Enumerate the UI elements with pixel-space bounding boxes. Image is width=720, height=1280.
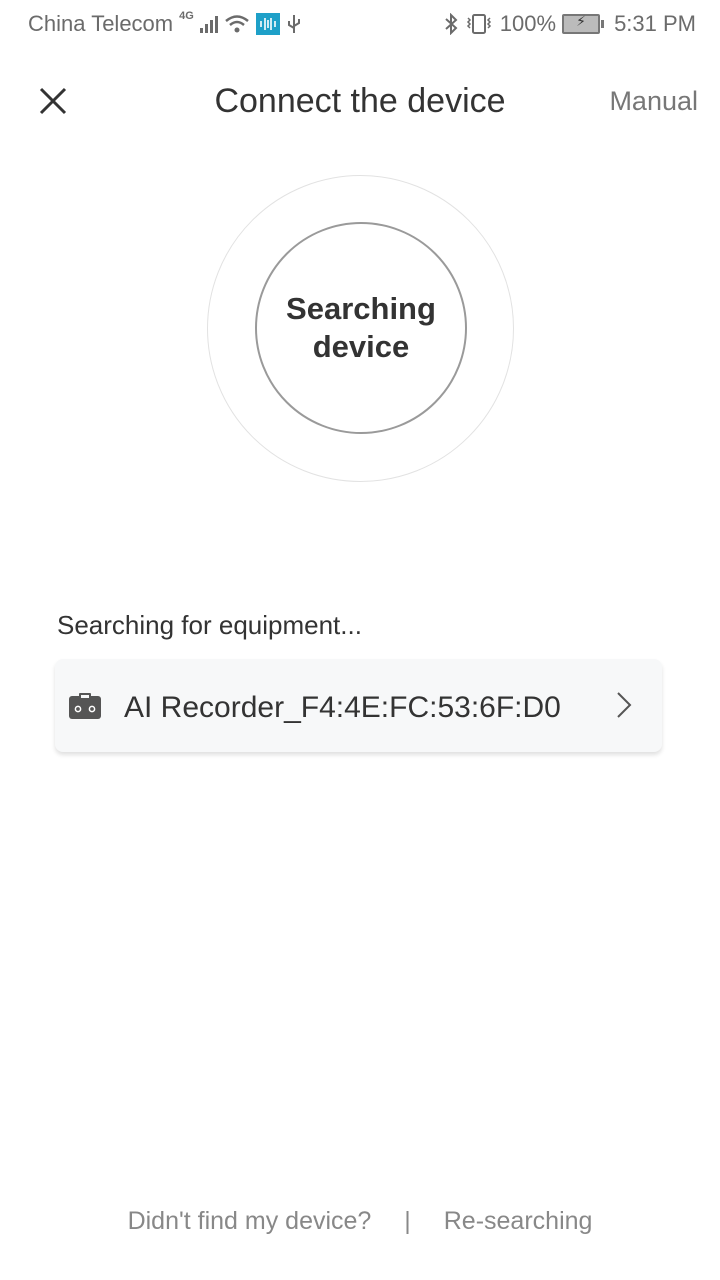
re-search-button[interactable]: Re-searching bbox=[444, 1207, 593, 1235]
signal-icon bbox=[199, 15, 218, 33]
network-type: 4G bbox=[179, 10, 194, 22]
usb-icon bbox=[287, 15, 300, 33]
clock: 5:31 PM bbox=[614, 11, 696, 36]
footer-separator: | bbox=[404, 1207, 411, 1235]
device-name: AI Recorder_F4:4E:FC:53:6F:D0 bbox=[124, 691, 561, 724]
hd-voice-icon bbox=[255, 13, 280, 35]
status-bar: China Telecom 4G 100% ⚡ 5:31 PM bbox=[0, 0, 720, 50]
searching-status: Searching device bbox=[286, 291, 436, 364]
manual-button[interactable]: Manual bbox=[609, 86, 698, 117]
battery-percent: 100% bbox=[499, 11, 557, 36]
radar-inner-ring: Searching device bbox=[255, 222, 467, 434]
vibrate-icon bbox=[466, 14, 491, 34]
battery-charging-icon: ⚡ bbox=[562, 13, 605, 34]
header: Connect the device Manual bbox=[0, 70, 720, 140]
results-label: Searching for equipment... bbox=[57, 610, 362, 640]
not-found-link[interactable]: Didn't find my device? bbox=[128, 1207, 372, 1235]
carrier-name: China Telecom bbox=[28, 11, 174, 36]
chevron-right-icon bbox=[617, 692, 632, 718]
wifi-icon bbox=[225, 15, 249, 33]
device-list-item[interactable]: AI Recorder_F4:4E:FC:53:6F:D0 bbox=[55, 659, 662, 752]
footer: Didn't find my device? | Re-searching bbox=[0, 1207, 720, 1236]
recorder-icon bbox=[69, 693, 101, 719]
bluetooth-icon bbox=[445, 13, 458, 35]
